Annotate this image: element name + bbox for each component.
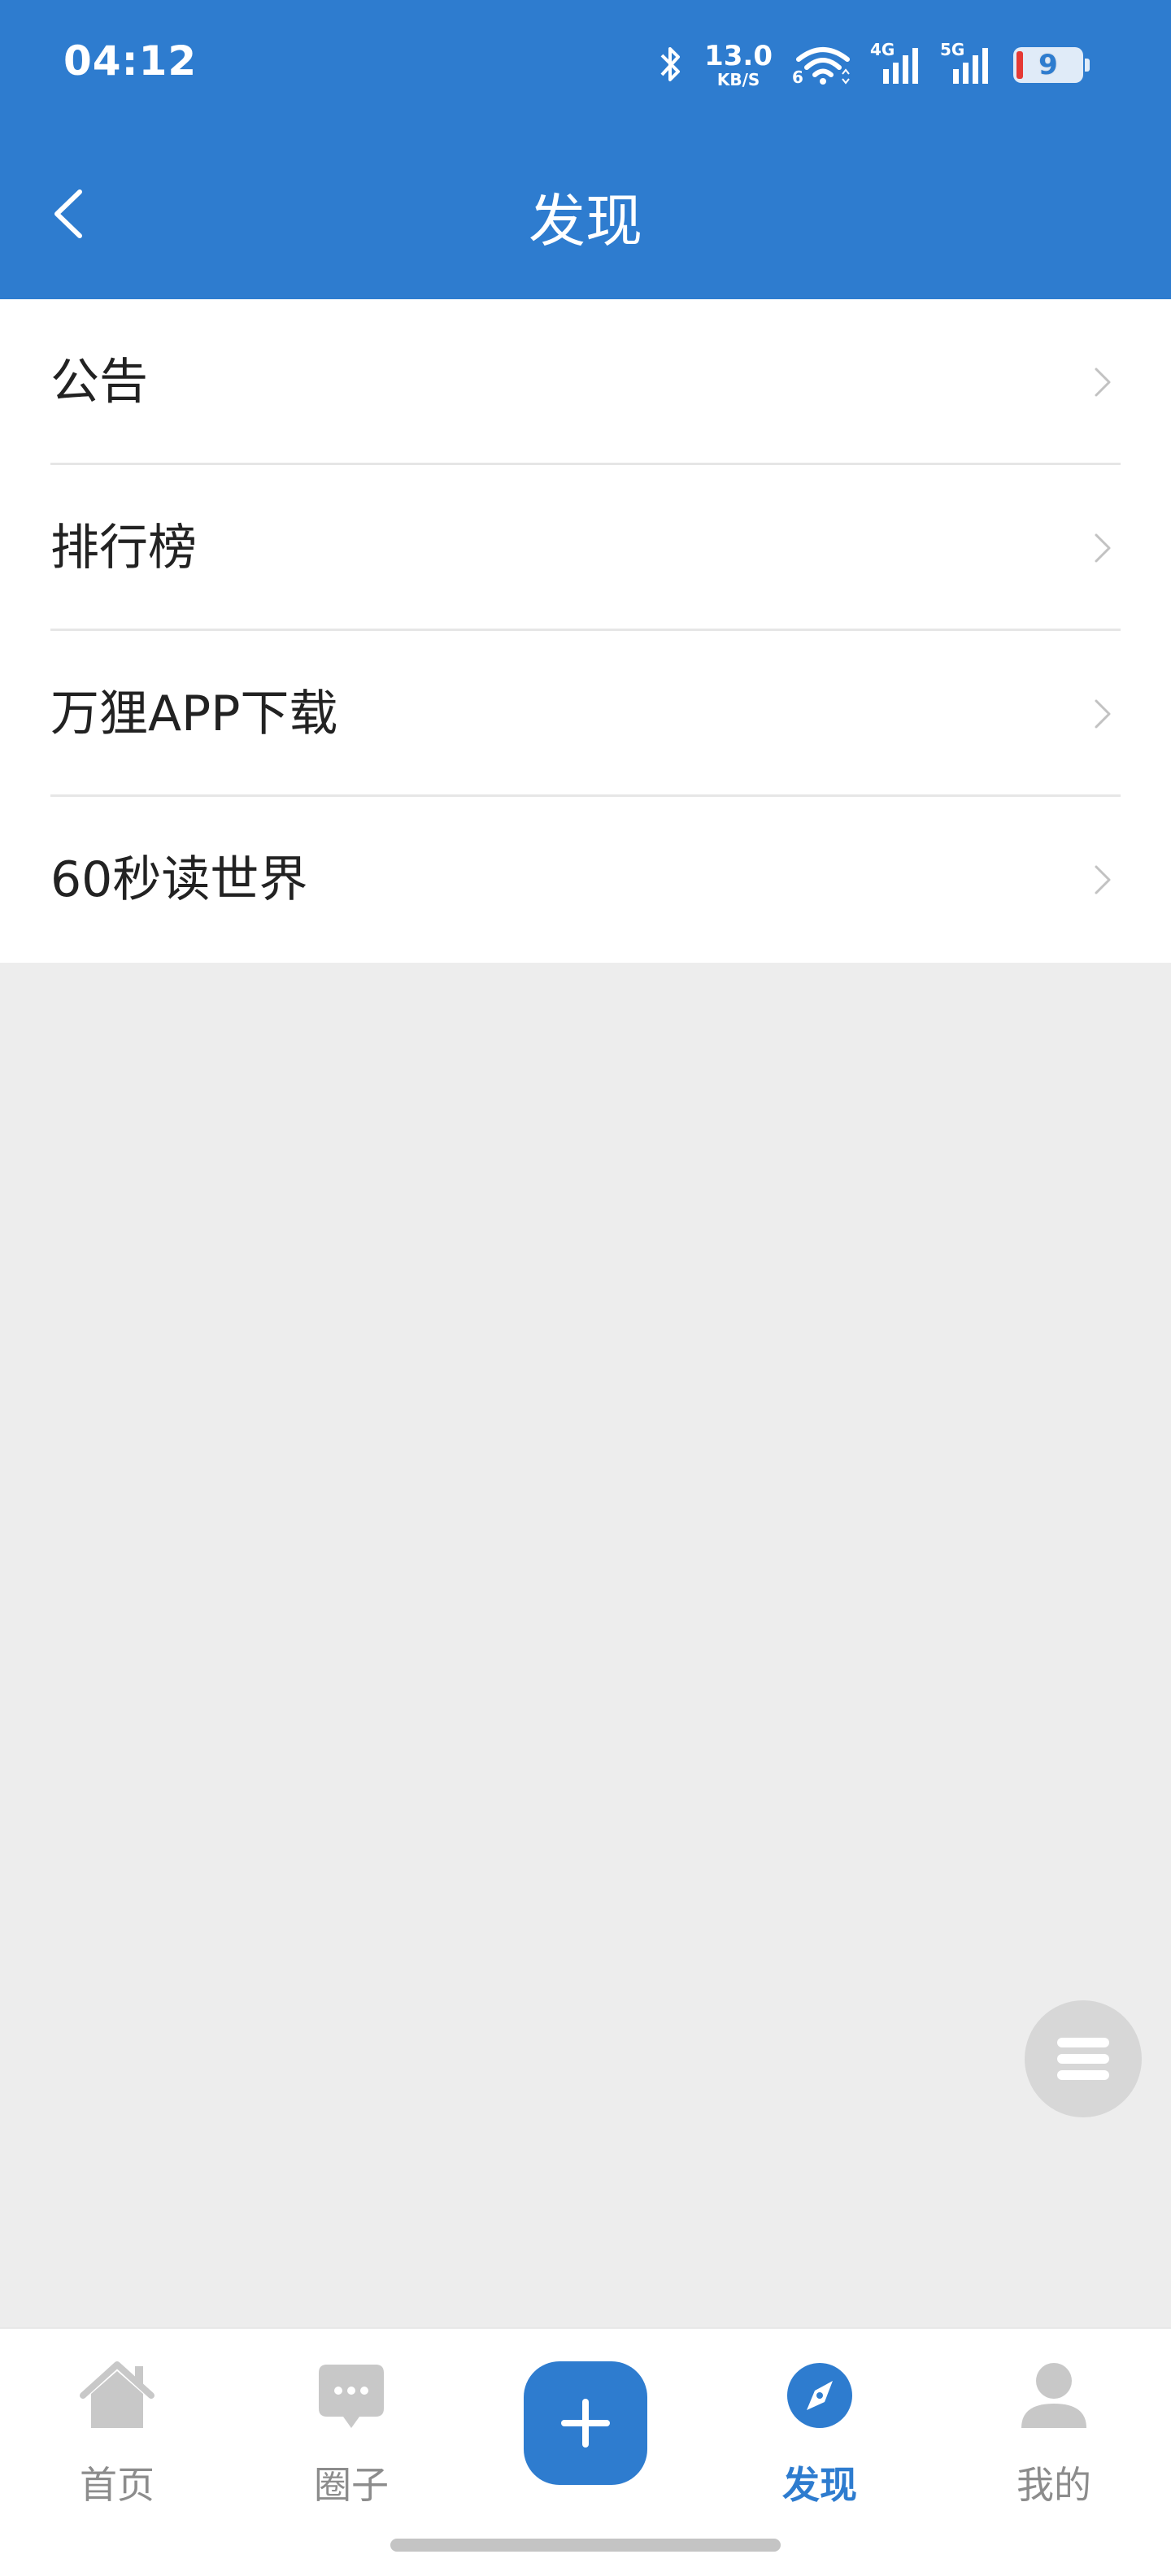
add-post-button[interactable]: [524, 2361, 647, 2485]
battery-icon: 9: [1013, 47, 1090, 83]
chevron-right-icon: [1095, 699, 1111, 729]
menu-item-label: 万狸APP下载: [50, 685, 338, 742]
chevron-right-icon: [1095, 533, 1111, 563]
menu-item-60s-world[interactable]: 60秒读世界: [0, 797, 1171, 963]
tab-label: 发现: [782, 2463, 857, 2507]
tab-label: 圈子: [314, 2463, 389, 2507]
battery-level: 9: [1038, 49, 1058, 81]
plus-icon: [561, 2399, 610, 2448]
tab-circle[interactable]: 圈子: [234, 2329, 468, 2524]
chevron-right-icon: [1095, 865, 1111, 894]
nav-bar: 发现: [0, 130, 1171, 299]
menu-icon: [1057, 2038, 1109, 2080]
chevron-right-icon: [1095, 368, 1111, 397]
home-icon: [80, 2361, 155, 2428]
tab-discover[interactable]: 发现: [703, 2329, 937, 2524]
wifi-label: 6: [792, 67, 803, 87]
status-time: 04:12: [63, 37, 198, 85]
compass-icon: [787, 2363, 852, 2428]
signal-5g-label: 5G: [940, 40, 965, 59]
bluetooth-icon: [659, 44, 683, 86]
signal-4g-label: 4G: [870, 40, 895, 59]
status-bar: 04:12 13.0 KB/S 6 4G 5G 9: [0, 0, 1171, 130]
menu-item-label: 60秒读世界: [50, 851, 308, 908]
discover-menu-list: 公告 排行榜 万狸APP下载 60秒读世界: [0, 299, 1171, 963]
tab-label: 我的: [1016, 2463, 1091, 2507]
tab-label: 首页: [80, 2463, 155, 2507]
home-indicator[interactable]: [390, 2539, 781, 2552]
app-header: 04:12 13.0 KB/S 6 4G 5G 9 发现: [0, 0, 1171, 299]
signal-5g-icon: 5G: [940, 40, 992, 85]
menu-item-ranking[interactable]: 排行榜: [0, 465, 1171, 631]
net-speed-unit: KB/S: [716, 70, 760, 89]
wifi-icon: 6: [792, 45, 852, 87]
signal-4g-icon: 4G: [870, 40, 922, 85]
floating-menu-button[interactable]: [1025, 2000, 1142, 2117]
status-icons: 13.0 KB/S 6 4G 5G 9: [659, 40, 1090, 89]
chat-bubble-icon: [319, 2365, 384, 2428]
discover-screen: 04:12 13.0 KB/S 6 4G 5G 9 发现 公告 排行榜 万狸AP…: [0, 0, 1171, 2576]
menu-item-app-download[interactable]: 万狸APP下载: [0, 631, 1171, 797]
tab-home[interactable]: 首页: [0, 2329, 234, 2524]
user-icon: [1021, 2363, 1086, 2428]
menu-item-announcement[interactable]: 公告: [0, 299, 1171, 465]
tab-mine[interactable]: 我的: [937, 2329, 1171, 2524]
menu-item-label: 公告: [50, 354, 148, 411]
net-speed-value: 13.0: [704, 40, 773, 72]
net-speed: 13.0 KB/S: [704, 42, 773, 88]
page-title: 发现: [529, 188, 642, 255]
menu-item-label: 排行榜: [50, 520, 197, 577]
